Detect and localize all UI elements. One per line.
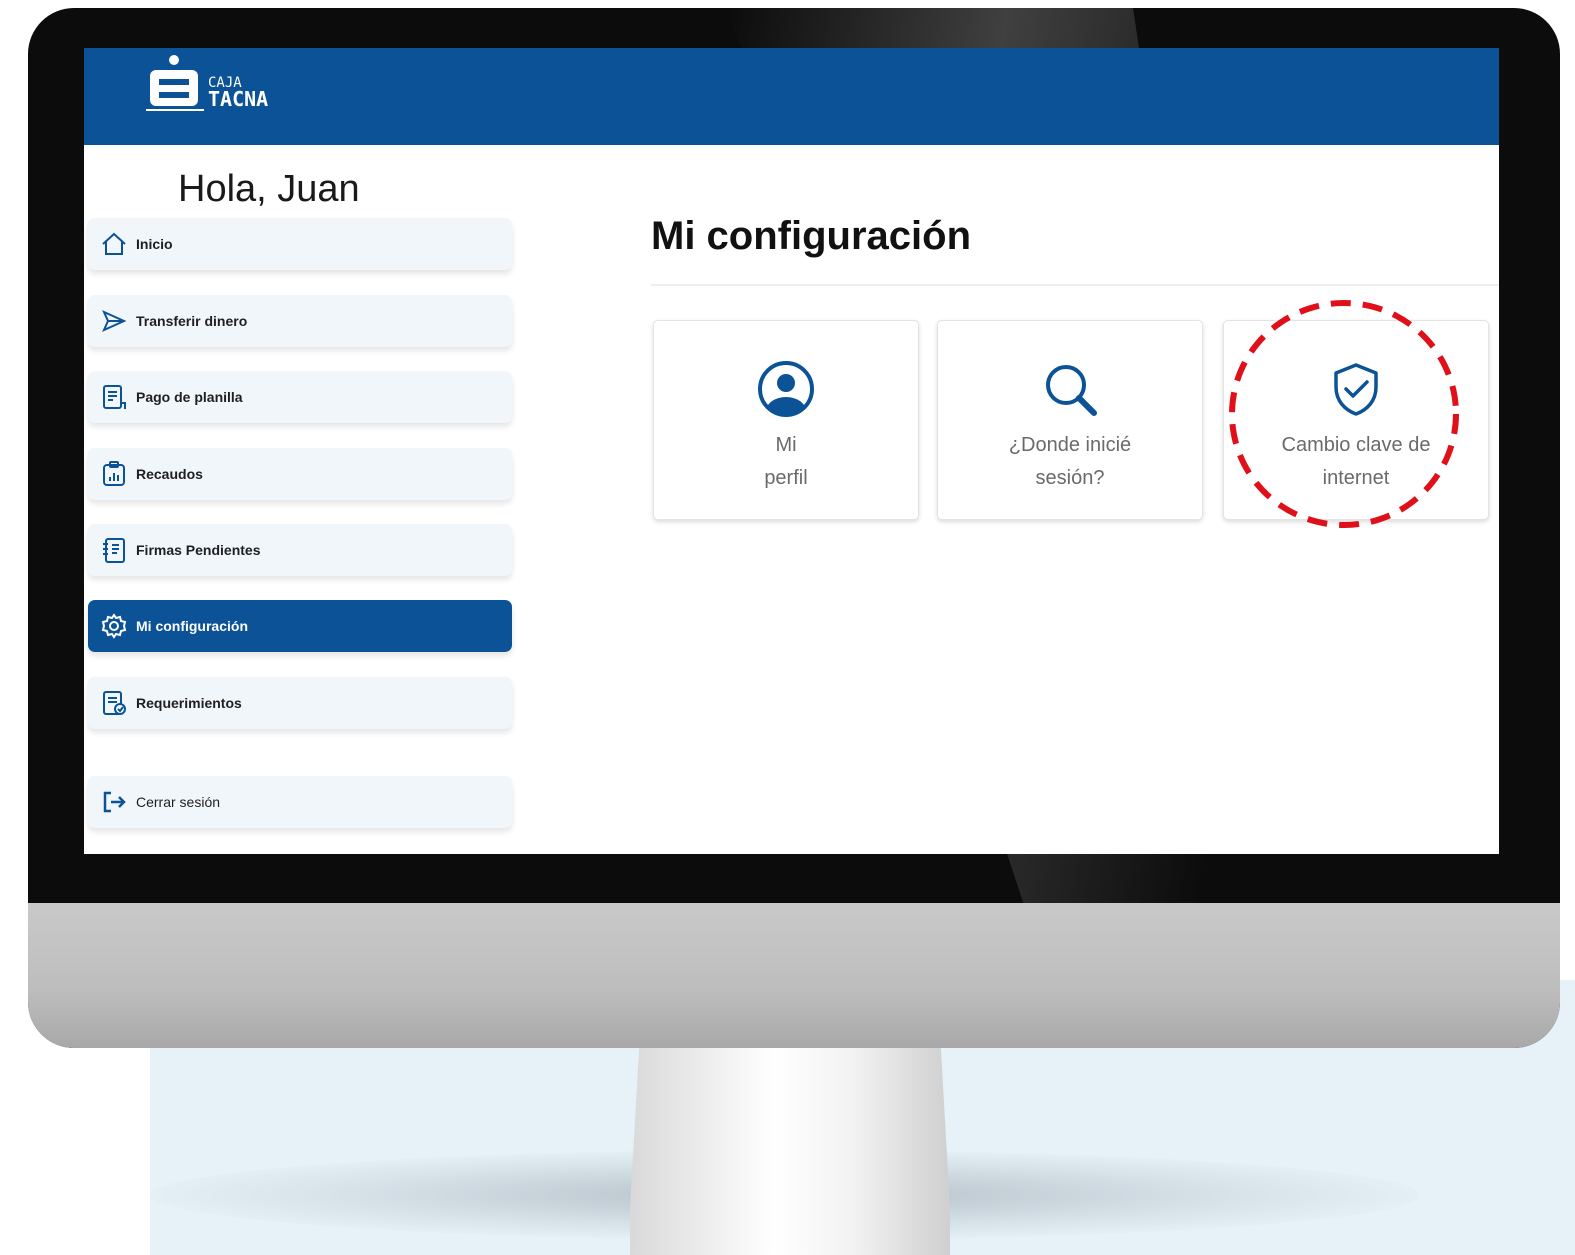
sidebar-item-mi-configuracion[interactable]: Mi configuración	[88, 600, 512, 652]
card-mi-perfil[interactable]: Mi perfil	[653, 320, 919, 520]
notebook-icon	[100, 536, 128, 564]
caja-tacna-logo[interactable]: CAJA TACNA	[144, 52, 314, 118]
page-title: Mi configuración	[651, 214, 971, 258]
user-circle-icon	[758, 361, 814, 417]
sidebar-item-label: Pago de planilla	[136, 389, 243, 405]
card-label: ¿Donde inicié sesión?	[1008, 434, 1132, 489]
sidebar-item-inicio[interactable]: Inicio	[88, 218, 512, 270]
sidebar-item-transferir-dinero[interactable]: Transferir dinero	[88, 295, 512, 347]
monitor-stand	[630, 1040, 950, 1255]
sidebar-item-requerimientos[interactable]: Requerimientos	[88, 677, 512, 729]
sidebar-item-label: Firmas Pendientes	[136, 542, 261, 558]
send-icon	[100, 307, 128, 335]
logout-label: Cerrar sesión	[136, 794, 221, 810]
title-divider	[651, 284, 1499, 286]
sidebar-item-label: Inicio	[136, 236, 173, 252]
logout-button[interactable]: Cerrar sesión	[88, 776, 512, 828]
sidebar-item-label: Transferir dinero	[136, 313, 248, 329]
svg-text:TACNA: TACNA	[208, 87, 268, 111]
highlight-circle	[1229, 300, 1459, 528]
monitor-chin	[28, 903, 1560, 1048]
greeting: Hola, Juan	[178, 168, 360, 210]
clipboard-chart-icon	[100, 460, 128, 488]
sidebar-item-label: Mi configuración	[136, 618, 248, 634]
sidebar-item-label: Recaudos	[136, 466, 203, 482]
sidebar-item-recaudos[interactable]: Recaudos	[88, 448, 512, 500]
card-label: Mi perfil	[764, 434, 808, 489]
sidebar-item-pago-de-planilla[interactable]: Pago de planilla	[88, 371, 512, 423]
logout-icon	[100, 788, 128, 816]
sidebar-item-firmas-pendientes[interactable]: Firmas Pendientes	[88, 524, 512, 576]
home-icon	[100, 230, 128, 258]
document-icon	[100, 383, 128, 411]
top-bar: CAJA TACNA	[84, 48, 1499, 145]
gear-icon	[100, 612, 128, 640]
request-icon	[100, 689, 128, 717]
search-icon	[1046, 365, 1097, 416]
card-donde-inicie-sesion[interactable]: ¿Donde inicié sesión?	[937, 320, 1203, 520]
sidebar-item-label: Requerimientos	[136, 695, 242, 711]
